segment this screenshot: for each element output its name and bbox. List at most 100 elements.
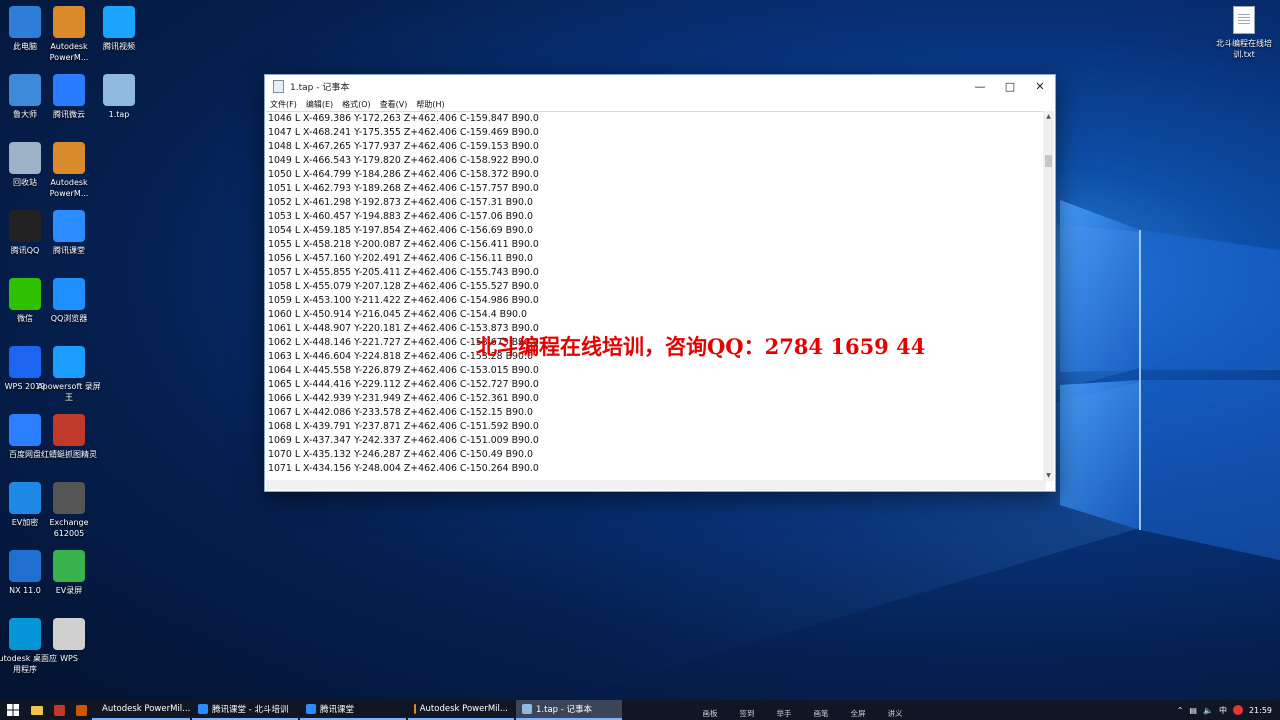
classroom-tool-button[interactable]: 讲义 — [883, 708, 907, 719]
powermill-icon — [53, 142, 85, 174]
recorder-icon — [53, 346, 85, 378]
text-line: 1068 L X-439.791 Y-237.871 Z+462.406 C-1… — [268, 421, 539, 432]
task-app-icon — [306, 704, 316, 714]
desktop-shortcut[interactable]: 1.tap — [87, 74, 151, 120]
task-app-icon — [522, 704, 532, 714]
desktop-shortcut[interactable]: 腾讯视频 — [87, 6, 151, 52]
taskbar-task-button[interactable]: Autodesk PowerMil... — [92, 700, 190, 720]
text-line: 1071 L X-434.156 Y-248.004 Z+462.406 C-1… — [268, 463, 539, 474]
desktop-shortcut-label: 1.tap — [108, 110, 130, 119]
powermill-icon — [53, 6, 85, 38]
taskbar-task-button[interactable]: 腾讯课堂 - 北斗培训 — [192, 700, 298, 720]
tencent-video-icon — [103, 6, 135, 38]
text-line: 1052 L X-461.298 Y-192.873 Z+462.406 C-1… — [268, 197, 533, 208]
network-icon[interactable]: ▤ — [1189, 706, 1197, 715]
menu-edit[interactable]: 编辑(E) — [306, 99, 333, 110]
desktop-shortcut-label: 腾讯课堂 — [53, 246, 85, 255]
text-line: 1064 L X-445.558 Y-226.879 Z+462.406 C-1… — [268, 365, 539, 376]
taskbar-tasks: Autodesk PowerMil... 腾讯课堂 - 北斗培训 腾讯课堂 Autod… — [92, 700, 624, 720]
task-label: Autodesk PowerMil... — [102, 704, 190, 714]
dragonfly-icon — [53, 414, 85, 446]
clock[interactable]: 21:59 — [1249, 706, 1272, 715]
text-editor-area[interactable]: 1046 L X-469.386 Y-172.263 Z+462.406 C-1… — [266, 111, 1046, 481]
desktop-shortcut-label: Exchange 612005 — [49, 518, 89, 538]
menu-help[interactable]: 帮助(H) — [416, 99, 444, 110]
weiyun-icon — [53, 74, 85, 106]
taskbar-task-button[interactable]: 腾讯课堂 — [300, 700, 406, 720]
close-button[interactable]: ✕ — [1025, 75, 1055, 97]
desktop-shortcut[interactable]: Autodesk PowerM... — [37, 142, 101, 199]
desktop-shortcut[interactable]: QQ浏览器 — [37, 278, 101, 324]
text-line: 1056 L X-457.160 Y-202.491 Z+462.406 C-1… — [268, 253, 533, 264]
classroom-tool-button[interactable]: 全屏 — [846, 708, 870, 719]
ev-recorder-icon — [53, 550, 85, 582]
horizontal-scrollbar[interactable] — [266, 480, 1046, 490]
desktop-file-label: 北斗编程在线培训.txt — [1216, 39, 1272, 59]
text-line: 1069 L X-437.347 Y-242.337 Z+462.406 C-1… — [268, 435, 539, 446]
text-line: 1066 L X-442.939 Y-231.949 Z+462.406 C-1… — [268, 393, 539, 404]
desktop-shortcut[interactable]: 腾讯课堂 — [37, 210, 101, 256]
system-tray: ⌃ ▤ 🔈 中 21:59 — [1177, 705, 1280, 716]
taskbar-task-button[interactable]: 1.tap - 记事本 — [516, 700, 622, 720]
classroom-tool-button[interactable]: 画笔 — [809, 708, 833, 719]
classroom-tool-button[interactable]: 签到 — [735, 708, 759, 719]
classroom-tool-button[interactable]: 举手 — [772, 708, 796, 719]
watermark-text: 北斗编程在线培训，咨询QQ：2784 1659 44 — [476, 334, 926, 359]
qq-browser-icon — [53, 278, 85, 310]
text-line: 1058 L X-455.079 Y-207.128 Z+462.406 C-1… — [268, 281, 539, 292]
chevron-up-icon[interactable]: ⌃ — [1177, 706, 1184, 715]
menu-view[interactable]: 查看(V) — [380, 99, 408, 110]
task-app-icon — [414, 704, 416, 714]
text-line: 1070 L X-435.132 Y-246.287 Z+462.406 C-1… — [268, 449, 533, 460]
text-line: 1053 L X-460.457 Y-194.883 Z+462.406 C-1… — [268, 211, 533, 222]
app-pin-2[interactable] — [70, 700, 92, 720]
text-line: 1049 L X-466.543 Y-179.820 Z+462.406 C-1… — [268, 155, 539, 166]
text-line: 1048 L X-467.265 Y-177.937 Z+462.406 C-1… — [268, 141, 539, 152]
maximize-button[interactable]: □ — [995, 75, 1025, 97]
classroom-toolbar: 画板 签到 举手 画笔 全屏 讲义 — [698, 708, 907, 719]
notepad-app-icon — [273, 79, 284, 93]
start-button[interactable] — [0, 700, 26, 720]
text-line: 1047 L X-468.241 Y-175.355 Z+462.406 C-1… — [268, 127, 539, 138]
text-line: 1057 L X-455.855 Y-205.411 Z+462.406 C-1… — [268, 267, 539, 278]
task-label: 腾讯课堂 — [320, 705, 355, 715]
text-line: 1059 L X-453.100 Y-211.422 Z+462.406 C-1… — [268, 295, 539, 306]
desktop-shortcut-label: Apowersoft 录屏王 — [37, 382, 101, 402]
text-line: 1065 L X-444.416 Y-229.112 Z+462.406 C-1… — [268, 379, 539, 390]
desktop-shortcut[interactable]: 红蜻蜓抓图精灵 — [37, 414, 101, 460]
scroll-up-icon[interactable]: ▲ — [1043, 111, 1054, 122]
vertical-scrollbar[interactable]: ▲ ▼ — [1043, 111, 1054, 481]
window-title: 1.tap - 记事本 — [290, 82, 350, 93]
task-label: Autodesk PowerMil... — [419, 704, 508, 714]
desktop-shortcut[interactable]: WPS — [37, 618, 101, 664]
text-line: 1050 L X-464.799 Y-184.286 Z+462.406 C-1… — [268, 169, 539, 180]
app-pin[interactable] — [48, 700, 70, 720]
notepad-titlebar[interactable]: 1.tap - 记事本 — □ ✕ — [265, 75, 1055, 97]
desktop-shortcut-label: Autodesk PowerM... — [49, 178, 89, 198]
sogou-icon[interactable] — [1232, 705, 1243, 715]
text-file-icon — [1233, 6, 1255, 34]
app-icon — [53, 704, 65, 716]
tencent-classroom-icon — [53, 210, 85, 242]
minimize-button[interactable]: — — [965, 75, 995, 97]
classroom-tool-button[interactable]: 画板 — [698, 708, 722, 719]
text-line: 1060 L X-450.914 Y-216.045 Z+462.406 C-1… — [268, 309, 527, 320]
desktop-shortcut[interactable]: Exchange 612005 — [37, 482, 101, 539]
ime-language[interactable]: 中 — [1219, 705, 1227, 716]
desktop-shortcut[interactable]: EV录屏 — [37, 550, 101, 596]
wps-file-icon — [53, 618, 85, 650]
exchange-icon — [53, 482, 85, 514]
desktop-file-txt[interactable]: 北斗编程在线培训.txt — [1212, 6, 1276, 60]
taskbar-task-button[interactable]: Autodesk PowerMil... — [408, 700, 514, 720]
file-explorer-pin[interactable] — [26, 700, 48, 720]
desktop-shortcut[interactable]: Apowersoft 录屏王 — [37, 346, 101, 403]
folder-icon — [31, 705, 43, 715]
volume-icon[interactable]: 🔈 — [1203, 706, 1213, 715]
menu-format[interactable]: 格式(O) — [342, 99, 371, 110]
task-app-icon — [198, 704, 208, 714]
text-line: 1067 L X-442.086 Y-233.578 Z+462.406 C-1… — [268, 407, 533, 418]
scroll-thumb[interactable] — [1045, 155, 1052, 167]
menu-file[interactable]: 文件(F) — [270, 99, 297, 110]
desktop-shortcut-label: QQ浏览器 — [50, 314, 88, 323]
app-icon — [75, 704, 87, 716]
